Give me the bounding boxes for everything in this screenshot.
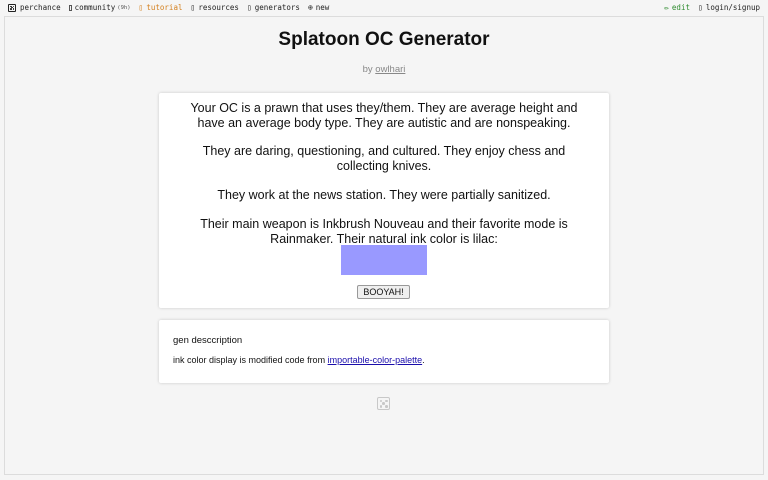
author-link[interactable]: owlhari [375,64,405,75]
nav-right: ✏ edit ▯ login/signup [656,3,760,12]
book-icon: ▯ [190,2,196,12]
nav-tutorial-label: tutorial [146,3,183,12]
nav-resources[interactable]: ▯ resources [190,3,238,12]
book-icon: ▯ [138,2,144,12]
importable-color-palette-link[interactable]: importable-color-palette [328,355,423,365]
plus-circle-icon: ⊕ [307,2,313,12]
nav-resources-label: resources [198,3,239,12]
oc-paragraph: Your OC is a prawn that uses they/them. … [190,101,578,130]
description-text-after: . [422,355,425,365]
byline-prefix: by [362,64,373,75]
top-nav-bar: perchance community (9h) ▯ tutorial ▯ re… [0,0,768,16]
ink-color-swatch [341,245,427,275]
nav-edit-label: edit [671,3,690,12]
nav-generators-label: generators [254,3,300,12]
dice-icon [8,3,16,12]
list-icon: ▯ [246,2,252,12]
nav-perchance[interactable]: perchance [8,3,61,12]
description-text: ink color display is modified code from … [173,355,425,365]
nav-community-label: community [74,3,116,12]
output-card: Your OC is a prawn that uses they/them. … [159,93,609,308]
page-title: Splatoon OC Generator [278,29,490,50]
booyah-button[interactable]: BOOYAH! [357,285,410,299]
nav-left: perchance community (9h) ▯ tutorial ▯ re… [8,3,337,12]
nav-community[interactable]: community (9h) [68,3,131,12]
nav-login[interactable]: ▯ login/signup [698,3,760,12]
description-card: gen desccription ink color display is mo… [159,320,609,383]
nav-login-label: login/signup [705,3,760,12]
nav-perchance-label: perchance [20,3,61,12]
nav-tutorial[interactable]: ▯ tutorial [139,3,183,12]
user-icon: ▯ [697,2,703,12]
nav-generators[interactable]: ▯ generators [247,3,300,12]
oc-paragraph: Their main weapon is Inkbrush Nouveau an… [200,217,568,246]
nav-community-badge: (9h) [117,4,131,11]
nav-new[interactable]: ⊕ new [308,3,329,12]
description-text-before: ink color display is modified code from [173,355,328,365]
oc-paragraph: They work at the news station. They were… [217,188,551,202]
nav-new-label: new [315,3,330,12]
dice-icon[interactable] [377,397,390,410]
description-title: gen desccription [173,335,243,346]
oc-paragraph: They are daring, questioning, and cultur… [202,144,566,173]
byline: by owlhari [0,64,768,75]
pencil-icon: ✏ [664,2,669,12]
people-icon [68,4,72,11]
nav-edit[interactable]: ✏ edit [664,3,690,12]
